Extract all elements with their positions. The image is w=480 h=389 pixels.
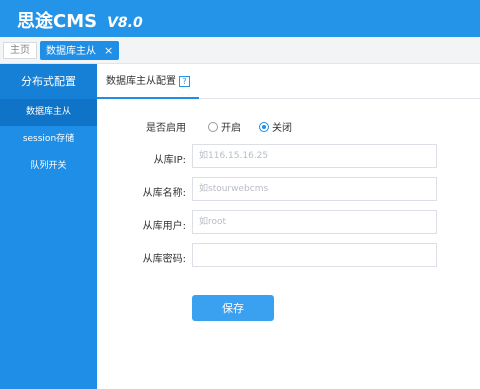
sidebar-item-db-master-slave[interactable]: 数据库主从 <box>0 99 97 126</box>
sidebar-item-queue-switch[interactable]: 队列开关 <box>0 153 97 180</box>
save-button[interactable]: 保存 <box>192 295 274 321</box>
tab-label: 数据库主从 <box>46 46 96 57</box>
sub-header: 数据库主从配置? <box>97 64 480 99</box>
radio-checked-icon <box>259 122 269 132</box>
slave-name-label: 从库名称: <box>142 188 186 199</box>
radio-on-label: 开启 <box>221 123 241 134</box>
sidebar-item-session-storage[interactable]: session存储 <box>0 126 97 153</box>
tab-db-config[interactable]: 数据库主从配置? <box>97 64 199 99</box>
help-icon[interactable]: ? <box>179 75 190 87</box>
slave-password-label: 从库密码: <box>142 254 186 265</box>
radio-enable-off[interactable]: 关闭 <box>259 119 292 134</box>
slave-password-input[interactable] <box>192 243 437 267</box>
radio-icon <box>208 122 218 132</box>
sidebar-title: 分布式配置 <box>0 64 97 99</box>
app-title: 思途CMS V8.0 <box>17 7 143 33</box>
tab-bar: 主页 数据库主从 × <box>0 37 480 64</box>
slave-name-input[interactable] <box>192 177 437 201</box>
subtab-label: 数据库主从配置 <box>106 76 176 87</box>
tab-home[interactable]: 主页 <box>3 42 37 59</box>
slave-ip-input[interactable] <box>192 144 437 168</box>
slave-user-label: 从库用户: <box>142 221 186 232</box>
radio-enable-on[interactable]: 开启 <box>208 119 241 134</box>
enable-label: 是否启用 <box>146 123 186 134</box>
radio-off-label: 关闭 <box>272 123 292 134</box>
close-icon[interactable]: × <box>104 44 113 57</box>
slave-ip-label: 从库IP: <box>153 155 186 166</box>
version-label: V8.0 <box>107 15 143 31</box>
slave-user-input[interactable] <box>192 210 437 234</box>
sidebar: 分布式配置 数据库主从 session存储 队列开关 <box>0 64 97 389</box>
tab-db-master-slave[interactable]: 数据库主从 × <box>40 41 120 60</box>
top-header: 思途CMS V8.0 <box>0 0 480 37</box>
brand-name: 思途CMS <box>17 11 98 32</box>
